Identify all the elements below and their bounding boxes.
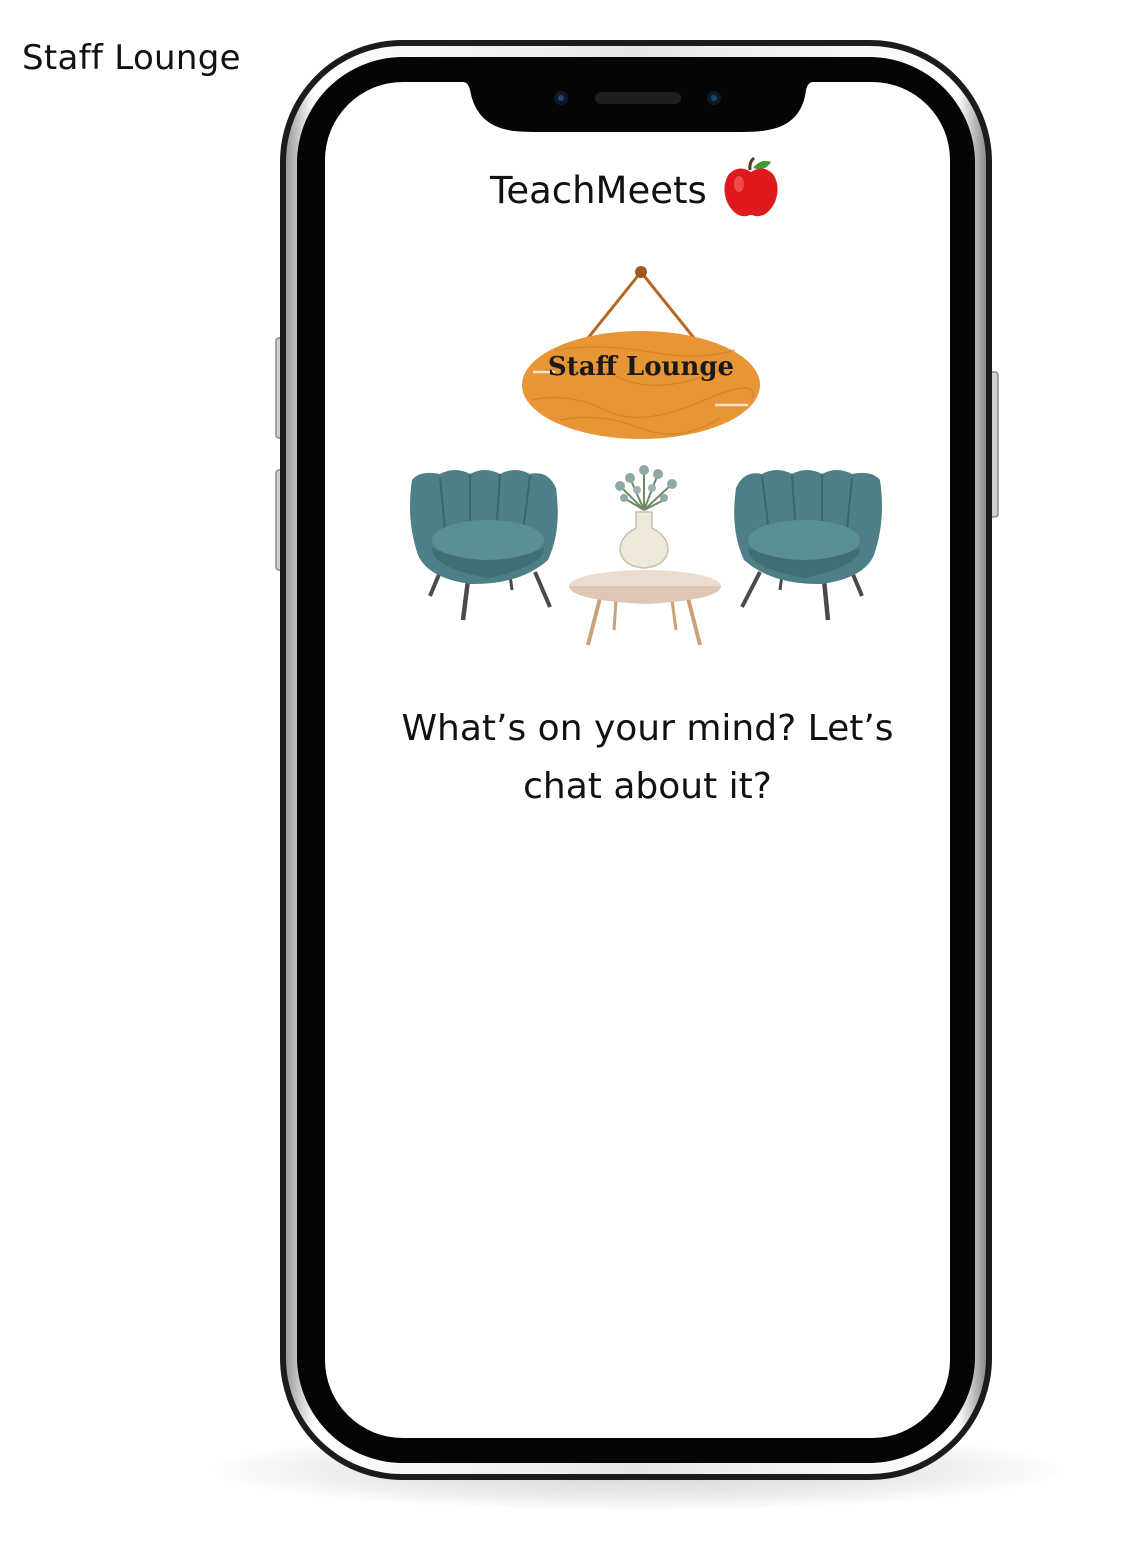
sign-nail-icon	[635, 266, 647, 278]
chat-prompt-line-2: chat about it?	[523, 766, 772, 807]
app-title: TeachMeets	[490, 168, 707, 212]
app-header: TeachMeets	[490, 150, 781, 230]
chat-prompt-line-1: What’s on your mind? Let’s	[401, 708, 894, 749]
speaker-grille	[595, 92, 681, 104]
chat-prompt[interactable]: What’s on your mind? Let’s chat about it…	[360, 700, 935, 816]
apple-icon	[721, 156, 781, 224]
lounge-sign-label: Staff Lounge	[547, 352, 735, 382]
